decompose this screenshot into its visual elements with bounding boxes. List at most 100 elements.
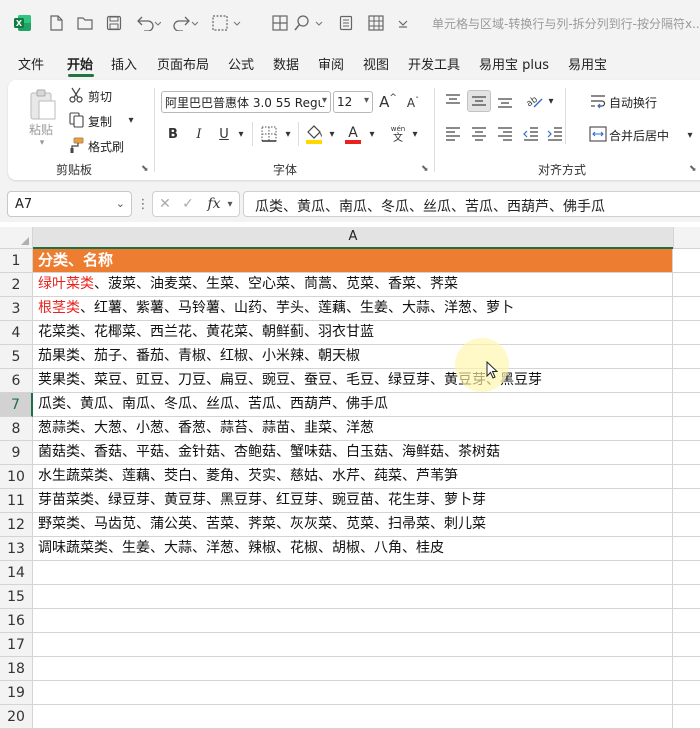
row-header[interactable]: 17 <box>0 633 33 657</box>
border-icon[interactable] <box>260 125 278 143</box>
insert-function-button[interactable]: fx <box>205 195 223 213</box>
cell-b13[interactable] <box>673 537 700 561</box>
grow-font-icon[interactable]: A ^ <box>379 92 397 112</box>
row-header[interactable]: 9 <box>0 441 33 465</box>
cell-a5[interactable]: 茄果类、茄子、番茄、青椒、红椒、小米辣、朝天椒 <box>33 345 673 369</box>
cell-b10[interactable] <box>673 465 700 489</box>
save-icon[interactable] <box>105 14 123 32</box>
font-size-combo[interactable]: 12 ▾ <box>333 91 373 113</box>
cell-b5[interactable] <box>673 345 700 369</box>
cell-a4[interactable]: 花菜类、花椰菜、西兰花、黄花菜、朝鲜蓟、羽衣甘蓝 <box>33 321 673 345</box>
paste-button[interactable]: 粘贴 <box>29 121 53 138</box>
row-header[interactable]: 11 <box>0 489 33 513</box>
bold-button[interactable]: B <box>165 125 181 143</box>
customize-toolbar-icon[interactable] <box>396 14 410 32</box>
font-color-dropdown-icon[interactable]: ▾ <box>367 126 377 142</box>
wrap-text-button[interactable]: 自动换行 <box>609 94 657 111</box>
fill-color-dropdown-icon[interactable]: ▾ <box>327 126 337 142</box>
tab-review[interactable]: 审阅 <box>318 54 344 73</box>
cell-a14[interactable] <box>33 561 673 585</box>
chevron-down-icon[interactable]: ▾ <box>225 197 235 211</box>
row-header[interactable]: 12 <box>0 513 33 537</box>
shrink-font-icon[interactable]: Aˇ <box>404 94 422 112</box>
cell-b20[interactable] <box>673 705 700 729</box>
font-color-icon[interactable]: A <box>344 123 362 145</box>
copy-button[interactable]: 复制 <box>88 113 112 130</box>
redo-icon[interactable] <box>172 14 198 32</box>
tab-insert[interactable]: 插入 <box>111 54 137 73</box>
underline-button[interactable]: U <box>216 125 232 143</box>
column-header-next[interactable] <box>673 227 700 249</box>
tab-page-layout[interactable]: 页面布局 <box>157 54 209 73</box>
align-center-icon[interactable] <box>470 125 488 143</box>
cancel-icon[interactable]: ✕ <box>157 196 173 212</box>
row-header[interactable]: 6 <box>0 369 33 393</box>
cell-b1[interactable] <box>673 249 700 273</box>
align-top-icon[interactable] <box>444 92 462 110</box>
cell-b3[interactable] <box>673 297 700 321</box>
cell-b6[interactable] <box>673 369 700 393</box>
cell-b11[interactable] <box>673 489 700 513</box>
cell-a17[interactable] <box>33 633 673 657</box>
cell-a16[interactable] <box>33 609 673 633</box>
row-header[interactable]: 19 <box>0 681 33 705</box>
cell-b18[interactable] <box>673 657 700 681</box>
row-header[interactable]: 5 <box>0 345 33 369</box>
cell-a15[interactable] <box>33 585 673 609</box>
search-icon[interactable] <box>294 14 324 32</box>
tab-file[interactable]: 文件 <box>18 54 44 73</box>
row-header[interactable]: 14 <box>0 561 33 585</box>
cell-a10[interactable]: 水生蔬菜类、莲藕、茭白、菱角、芡实、慈姑、水芹、莼菜、芦苇笋 <box>33 465 673 489</box>
font-name-combo[interactable]: 阿里巴巴普惠体 3.0 55 Regu ▾ <box>161 91 331 113</box>
row-header[interactable]: 3 <box>0 297 33 321</box>
merge-center-button[interactable]: 合并后居中 <box>609 127 669 144</box>
row-header[interactable]: 15 <box>0 585 33 609</box>
fill-color-icon[interactable] <box>305 123 323 145</box>
align-right-icon[interactable] <box>496 125 514 143</box>
cell-a2[interactable]: 绿叶菜类、菠菜、油麦菜、生菜、空心菜、茼蒿、苋菜、香菜、荠菜 <box>33 273 673 297</box>
align-left-icon[interactable] <box>444 125 462 143</box>
copy-dropdown-icon[interactable]: ▾ <box>126 114 136 126</box>
row-header[interactable]: 1 <box>0 249 33 273</box>
cut-button[interactable]: 剪切 <box>88 88 112 105</box>
cell-a7[interactable]: 瓜类、黄瓜、南瓜、冬瓜、丝瓜、苦瓜、西葫芦、佛手瓜 <box>33 393 673 417</box>
row-header[interactable]: 18 <box>0 657 33 681</box>
cell-b17[interactable] <box>673 633 700 657</box>
more-options-icon[interactable]: ⋮ <box>137 196 150 212</box>
merge-dropdown-icon[interactable]: ▾ <box>685 128 695 142</box>
cell-a11[interactable]: 芽苗菜类、绿豆芽、黄豆芽、黑豆芽、红豆芽、豌豆苗、花生芽、萝卜芽 <box>33 489 673 513</box>
name-box[interactable]: A7 ⌄ <box>7 191 132 217</box>
clipboard-launcher-icon[interactable]: ⬊ <box>141 164 149 174</box>
format-painter-button[interactable]: 格式刷 <box>88 138 124 155</box>
cell-a6[interactable]: 荚果类、菜豆、豇豆、刀豆、扁豆、豌豆、蚕豆、毛豆、绿豆芽、黄豆芽、黑豆芽 <box>33 369 673 393</box>
orientation-icon[interactable]: ab <box>523 91 545 111</box>
cell-b7[interactable] <box>673 393 700 417</box>
border-icon[interactable] <box>212 14 242 32</box>
orientation-dropdown-icon[interactable]: ▾ <box>546 94 556 108</box>
cell-b12[interactable] <box>673 513 700 537</box>
paste-dropdown-icon[interactable]: ▾ <box>37 138 47 148</box>
cell-b9[interactable] <box>673 441 700 465</box>
increase-indent-icon[interactable] <box>546 125 564 143</box>
cell-a1[interactable]: 分类、名称 <box>33 249 673 273</box>
row-header[interactable]: 7 <box>0 393 33 417</box>
select-all-button[interactable] <box>0 227 33 249</box>
cell-a20[interactable] <box>33 705 673 729</box>
row-header[interactable]: 13 <box>0 537 33 561</box>
cell-a13[interactable]: 调味蔬菜类、生姜、大蒜、洋葱、辣椒、花椒、胡椒、八角、桂皮 <box>33 537 673 561</box>
phonetic-dropdown-icon[interactable]: ▾ <box>410 126 420 142</box>
row-header[interactable]: 20 <box>0 705 33 729</box>
new-file-icon[interactable] <box>48 14 64 32</box>
cell-a8[interactable]: 葱蒜类、大葱、小葱、香葱、蒜苔、蒜苗、韭菜、洋葱 <box>33 417 673 441</box>
open-folder-icon[interactable] <box>76 14 94 32</box>
cell-b8[interactable] <box>673 417 700 441</box>
tab-formulas[interactable]: 公式 <box>228 54 254 73</box>
cell-b19[interactable] <box>673 681 700 705</box>
cell-b4[interactable] <box>673 321 700 345</box>
row-header[interactable]: 2 <box>0 273 33 297</box>
column-header-a[interactable]: A <box>33 227 673 249</box>
formula-input[interactable]: 瓜类、黄瓜、南瓜、冬瓜、丝瓜、苦瓜、西葫芦、佛手瓜 <box>243 191 700 217</box>
cell-a9[interactable]: 菌菇类、香菇、平菇、金针菇、杏鲍菇、蟹味菇、白玉菇、海鲜菇、茶树菇 <box>33 441 673 465</box>
cell-b15[interactable] <box>673 585 700 609</box>
paste-icon[interactable] <box>26 88 58 122</box>
